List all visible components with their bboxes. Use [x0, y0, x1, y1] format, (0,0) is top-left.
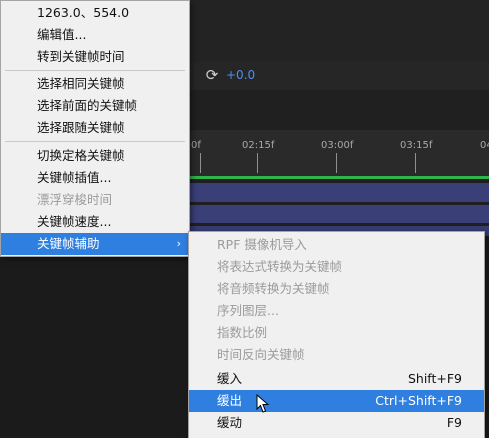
submenu-arrow-icon: ›	[176, 237, 181, 250]
menu-item-select-equal-keyframes[interactable]: 选择相同关键帧	[1, 73, 189, 95]
menu-item-keyframe-velocity[interactable]: 关键帧速度...	[1, 211, 189, 233]
ruler-tick	[200, 153, 201, 173]
menu-item-keyframe-assistant[interactable]: 关键帧辅助 ›	[1, 233, 189, 255]
menu-separator	[5, 70, 185, 71]
submenu-item-time-reverse-keyframes: 时间反向关键帧	[217, 347, 305, 362]
refresh-icon[interactable]: ⟳	[203, 66, 221, 84]
menu-item-select-following-keyframes[interactable]: 选择跟随关键帧	[1, 117, 189, 139]
ruler-label: 02:15f	[242, 140, 275, 151]
keyframe-assistant-submenu: RPF 摄像机导入 将表达式转换为关键帧 将音频转换为关键帧 序列图层... 指…	[188, 231, 485, 438]
ruler-label: 04	[480, 140, 489, 151]
mouse-pointer-icon	[256, 394, 270, 413]
toolbar-value[interactable]: +0.0	[226, 68, 255, 82]
submenu-item-easy-ease-in[interactable]: 缓入 Shift+F9	[189, 368, 484, 390]
submenu-item-easy-ease-out[interactable]: 缓出 Ctrl+Shift+F9	[189, 390, 484, 412]
menu-item-select-previous-keyframes[interactable]: 选择前面的关键帧	[1, 95, 189, 117]
menu-item-go-to-keyframe-time[interactable]: 转到关键帧时间	[1, 46, 189, 68]
shortcut-label: Shift+F9	[407, 371, 462, 386]
ruler-label: 0f	[191, 140, 201, 151]
submenu-item-sequence-layers: 序列图层...	[217, 303, 279, 318]
menu-item-position-value: 1263.0、554.0	[37, 5, 130, 20]
ruler-label: 03:00f	[321, 140, 354, 151]
submenu-item-rpf-camera-import: RPF 摄像机导入	[217, 237, 307, 252]
ruler-tick	[336, 153, 337, 173]
ruler-tick	[415, 153, 416, 173]
submenu-item-exponential-scale: 指数比例	[217, 325, 268, 340]
ruler-tick	[257, 153, 258, 173]
shortcut-label: F9	[446, 415, 462, 430]
menu-item-keyframe-interpolation[interactable]: 关键帧插值...	[1, 167, 189, 189]
ruler-label: 03:15f	[400, 140, 433, 151]
menu-item-rove-across-time: 漂浮穿梭时间	[37, 192, 113, 207]
menu-item-toggle-hold-keyframe[interactable]: 切换定格关键帧	[1, 145, 189, 167]
keyframe-context-menu: 1263.0、554.0 编辑值... 转到关键帧时间 选择相同关键帧 选择前面…	[0, 0, 190, 257]
shortcut-label: Ctrl+Shift+F9	[375, 393, 462, 408]
submenu-item-easy-ease[interactable]: 缓动 F9	[189, 412, 484, 434]
submenu-item-convert-audio: 将音频转换为关键帧	[217, 281, 330, 296]
submenu-item-convert-expression: 将表达式转换为关键帧	[217, 259, 343, 274]
menu-separator	[5, 141, 185, 142]
menu-item-edit-value[interactable]: 编辑值...	[1, 24, 189, 46]
